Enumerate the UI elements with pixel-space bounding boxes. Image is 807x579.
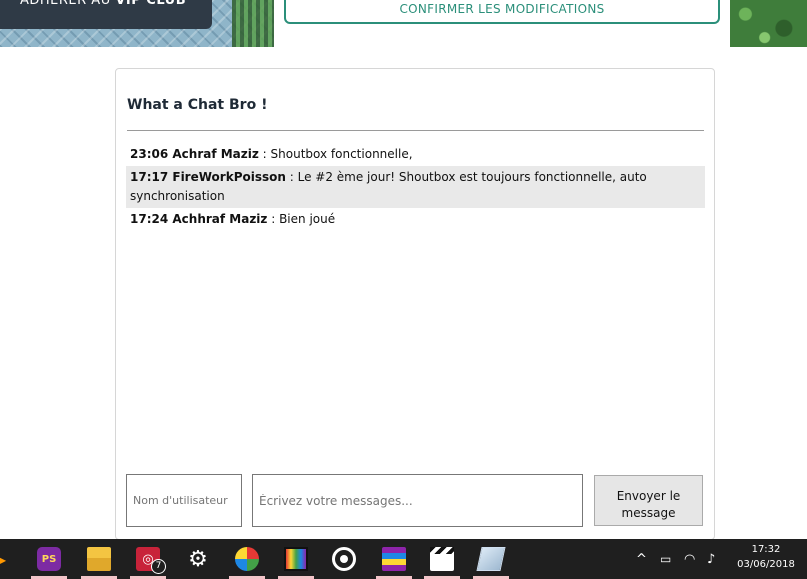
message-meta: 17:17 FireWorkPoisson <box>130 170 286 184</box>
taskbar: ▶ PS ◎ 7 ⚙ ^ ▭ ◠ ♪ 17:32 03/06/2018 <box>0 539 807 579</box>
message-input[interactable] <box>252 474 583 527</box>
chat-input-row: Envoyer le message <box>126 474 704 528</box>
chat-title: What a Chat Bro ! <box>127 97 268 113</box>
message-text: : Bien joué <box>267 212 336 226</box>
message-meta: 17:24 Achhraf Maziz <box>130 212 268 226</box>
send-message-button[interactable]: Envoyer le message <box>594 475 703 526</box>
colorwheel-icon[interactable] <box>235 547 259 571</box>
gear-icon[interactable]: ⚙ <box>186 547 210 572</box>
confirm-changes-button[interactable]: CONFIRMER LES MODIFICATIONS <box>284 0 720 24</box>
battery-icon[interactable]: ▭ <box>660 539 671 579</box>
rainbow-icon[interactable] <box>284 547 308 571</box>
folder-icon[interactable] <box>87 547 111 571</box>
volume-icon[interactable]: ♪ <box>707 539 715 579</box>
notification-badge: 7 <box>151 559 166 574</box>
clock-date: 03/06/2018 <box>737 559 795 570</box>
foliage-decoration-image <box>730 0 807 47</box>
message-meta: 23:06 Achraf Maziz <box>130 147 259 161</box>
vip-prefix: ADHÉRER AU <box>20 0 111 8</box>
pixel-character-image <box>232 0 274 47</box>
chat-panel: What a Chat Bro ! 23:06 Achraf Maziz : S… <box>115 68 715 540</box>
phpstorm-icon[interactable]: PS <box>37 547 61 571</box>
clapperboard-icon[interactable] <box>430 547 454 571</box>
message-text: : Shoutbox fonctionnelle, <box>258 147 413 161</box>
target-icon[interactable] <box>332 547 356 571</box>
wifi-icon[interactable]: ◠ <box>684 539 695 579</box>
instagram-icon[interactable]: ◎ 7 <box>136 547 166 574</box>
vip-club-button[interactable]: ADHÉRER AU VIP CLUB <box>0 0 212 29</box>
winrar-icon[interactable] <box>382 547 406 571</box>
chat-divider <box>127 130 704 131</box>
message-list: 23:06 Achraf Maziz : Shoutbox fonctionne… <box>126 143 705 231</box>
vip-banner: ADHÉRER AU VIP CLUB <box>0 0 274 47</box>
chat-message: 23:06 Achraf Maziz : Shoutbox fonctionne… <box>126 143 705 166</box>
chevron-up-icon[interactable]: ^ <box>636 539 647 579</box>
flame-icon[interactable]: ▶ <box>0 547 12 571</box>
chat-message: 17:24 Achhraf Maziz : Bien joué <box>126 208 705 231</box>
clock-time: 17:32 <box>751 544 781 555</box>
chat-message: 17:17 FireWorkPoisson : Le #2 ème jour! … <box>126 166 705 208</box>
vip-bold-label: VIP CLUB <box>115 0 187 8</box>
top-banner-strip: ADHÉRER AU VIP CLUB CONFIRMER LES MODIFI… <box>0 0 807 48</box>
system-clock[interactable]: 17:32 03/06/2018 <box>730 542 802 572</box>
glass-icon[interactable] <box>476 547 506 571</box>
username-input[interactable] <box>126 474 242 527</box>
